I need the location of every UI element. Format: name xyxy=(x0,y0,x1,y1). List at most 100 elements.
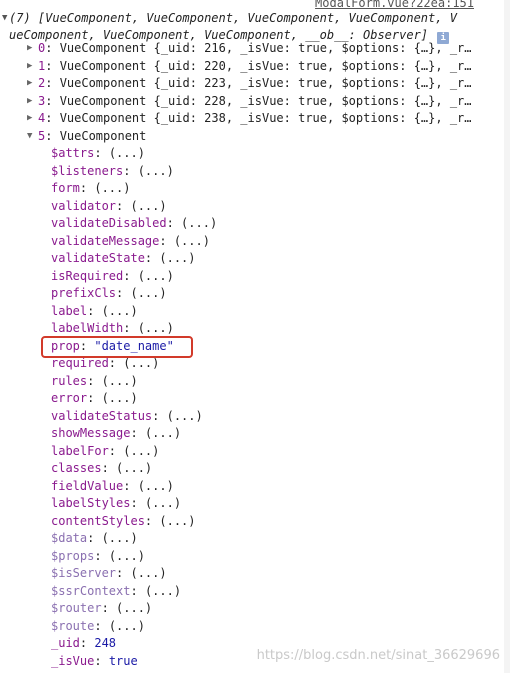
property-value: (...) xyxy=(108,618,145,633)
property-row[interactable]: $attrs: (...) xyxy=(0,145,500,163)
property-value: true xyxy=(108,653,138,668)
property: $route: (...) xyxy=(51,618,145,633)
property-key: _isVue xyxy=(51,653,95,668)
property-row[interactable]: $ssrContext: (...) xyxy=(0,583,500,601)
property-key: $props xyxy=(51,548,95,563)
property-value: (...) xyxy=(144,496,182,510)
property-value: (...) xyxy=(101,391,138,405)
property-key: _uid xyxy=(51,636,80,650)
property: $listeners: (...) xyxy=(51,163,174,178)
property-row[interactable]: labelFor: (...) xyxy=(0,443,500,461)
array-item-text: VueComponent {_uid: 220, _isVue: true, $… xyxy=(59,58,472,73)
property-row[interactable]: $props: (...) xyxy=(0,548,500,566)
array-header[interactable]: ▼ (7) [VueComponent, VueComponent, VueCo… xyxy=(0,10,500,44)
property-key: labelWidth xyxy=(51,321,124,335)
property-key: $listeners xyxy=(51,163,124,178)
property-row[interactable]: form: (...) xyxy=(0,180,500,198)
property-row[interactable]: required: (...) xyxy=(0,355,500,373)
property-key: labelStyles xyxy=(51,496,131,510)
property-key: form xyxy=(51,181,80,195)
property: validateState: (...) xyxy=(51,251,196,265)
array-item-row[interactable]: ▶ 4: VueComponent {_uid: 238, _isVue: tru… xyxy=(0,110,500,128)
expand-right-icon[interactable]: ▶ xyxy=(27,40,32,58)
array-item-text: VueComponent {_uid: 228, _isVue: true, $… xyxy=(59,93,472,108)
property-key: rules xyxy=(51,373,88,388)
property-row[interactable]: labelStyles: (...) xyxy=(0,495,500,513)
property-value: (...) xyxy=(159,251,196,265)
property-row[interactable]: prefixCls: (...) xyxy=(0,285,500,303)
array-item: 2: VueComponent {_uid: 223, _isVue: true… xyxy=(38,76,472,90)
expand-down-icon[interactable]: ▼ xyxy=(27,128,32,146)
property: $router: (...) xyxy=(51,601,153,615)
property-key: $data xyxy=(51,531,88,545)
property-value: (...) xyxy=(130,566,167,580)
array-item-row[interactable]: ▶ 3: VueComponent {_uid: 228, _isVue: tru… xyxy=(0,93,500,111)
property-value: (...) xyxy=(181,216,218,230)
property-row[interactable]: rules: (...) xyxy=(0,373,500,391)
property-key: showMessage xyxy=(51,426,131,440)
property-value: (...) xyxy=(166,408,203,423)
property-row[interactable]: $data: (...) xyxy=(0,530,500,548)
array-item-index: 4 xyxy=(38,111,46,125)
array-item-row[interactable]: ▶ 2: VueComponent {_uid: 223, _isVue: tru… xyxy=(0,75,500,93)
property: showMessage: (...) xyxy=(51,426,182,440)
property: $attrs: (...) xyxy=(51,146,145,160)
property-row[interactable]: label: (...) xyxy=(0,303,500,321)
property: validateDisabled: (...) xyxy=(51,216,218,230)
property-value: (...) xyxy=(130,286,167,300)
property-key: $isServer xyxy=(51,566,117,580)
property-row[interactable]: validateDisabled: (...) xyxy=(0,215,500,233)
property-row[interactable]: $isServer: (...) xyxy=(0,565,500,583)
property-row[interactable]: validateStatus: (...) xyxy=(0,408,500,426)
property: fieldValue: (...) xyxy=(51,478,174,493)
expanded-item-text: VueComponent xyxy=(59,128,147,143)
property-row[interactable]: $route: (...) xyxy=(0,618,500,636)
expand-right-icon[interactable]: ▶ xyxy=(27,110,32,128)
expanded-item: 5: VueComponent xyxy=(38,128,147,143)
property-key: prop xyxy=(51,338,80,353)
property-row[interactable]: contentStyles: (...) xyxy=(0,513,500,531)
property-row[interactable]: error: (...) xyxy=(0,390,500,408)
property: _isVue: true xyxy=(51,653,138,668)
source-link[interactable]: ModalForm.vue?22ea:151 xyxy=(315,0,474,10)
property-value: (...) xyxy=(137,268,174,283)
property-row[interactable]: validateMessage: (...) xyxy=(0,233,500,251)
property-row[interactable]: showMessage: (...) xyxy=(0,425,500,443)
array-item-text: VueComponent {_uid: 216, _isVue: true, $… xyxy=(59,41,472,55)
expand-down-icon[interactable]: ▼ xyxy=(2,10,7,27)
array-item-row[interactable]: ▶ 0: VueComponent {_uid: 216, _isVue: tru… xyxy=(0,40,500,58)
property-row[interactable]: validator: (...) xyxy=(0,198,500,216)
expand-right-icon[interactable]: ▶ xyxy=(27,58,32,76)
property: $isServer: (...) xyxy=(51,566,167,580)
property: contentStyles: (...) xyxy=(51,513,196,528)
property-key: contentStyles xyxy=(51,513,145,528)
expand-right-icon[interactable]: ▶ xyxy=(27,93,32,111)
property-row[interactable]: prop: "date_name" xyxy=(0,338,500,356)
property-key: $route xyxy=(51,618,95,633)
property-value: "date_name" xyxy=(94,338,174,353)
array-item: 3: VueComponent {_uid: 228, _isVue: true… xyxy=(38,93,472,108)
property-row[interactable]: classes: (...) xyxy=(0,460,500,478)
array-item-row[interactable]: ▶ 1: VueComponent {_uid: 220, _isVue: tru… xyxy=(0,58,500,76)
property-key: classes xyxy=(51,461,102,475)
property: labelWidth: (...) xyxy=(51,321,174,335)
property-value: (...) xyxy=(130,198,167,213)
property-key: $router xyxy=(51,601,102,615)
property-value: (...) xyxy=(101,373,138,388)
property-value: (...) xyxy=(94,181,131,195)
property-key: labelFor xyxy=(51,443,109,458)
property-row[interactable]: $router: (...) xyxy=(0,600,500,618)
property-value: (...) xyxy=(137,163,174,178)
expand-right-icon[interactable]: ▶ xyxy=(27,75,32,93)
property-row[interactable]: isRequired: (...) xyxy=(0,268,500,286)
property: form: (...) xyxy=(51,181,131,195)
scrollbar-track[interactable] xyxy=(504,0,510,673)
property-row[interactable]: labelWidth: (...) xyxy=(0,320,500,338)
property-row[interactable]: validateState: (...) xyxy=(0,250,500,268)
property-value: (...) xyxy=(144,426,182,440)
array-item-index: 2 xyxy=(38,76,46,90)
expanded-item-row[interactable]: ▼ 5: VueComponent xyxy=(0,128,500,146)
property-row[interactable]: $listeners: (...) xyxy=(0,163,500,181)
property-key: fieldValue xyxy=(51,478,124,493)
property-row[interactable]: fieldValue: (...) xyxy=(0,478,500,496)
